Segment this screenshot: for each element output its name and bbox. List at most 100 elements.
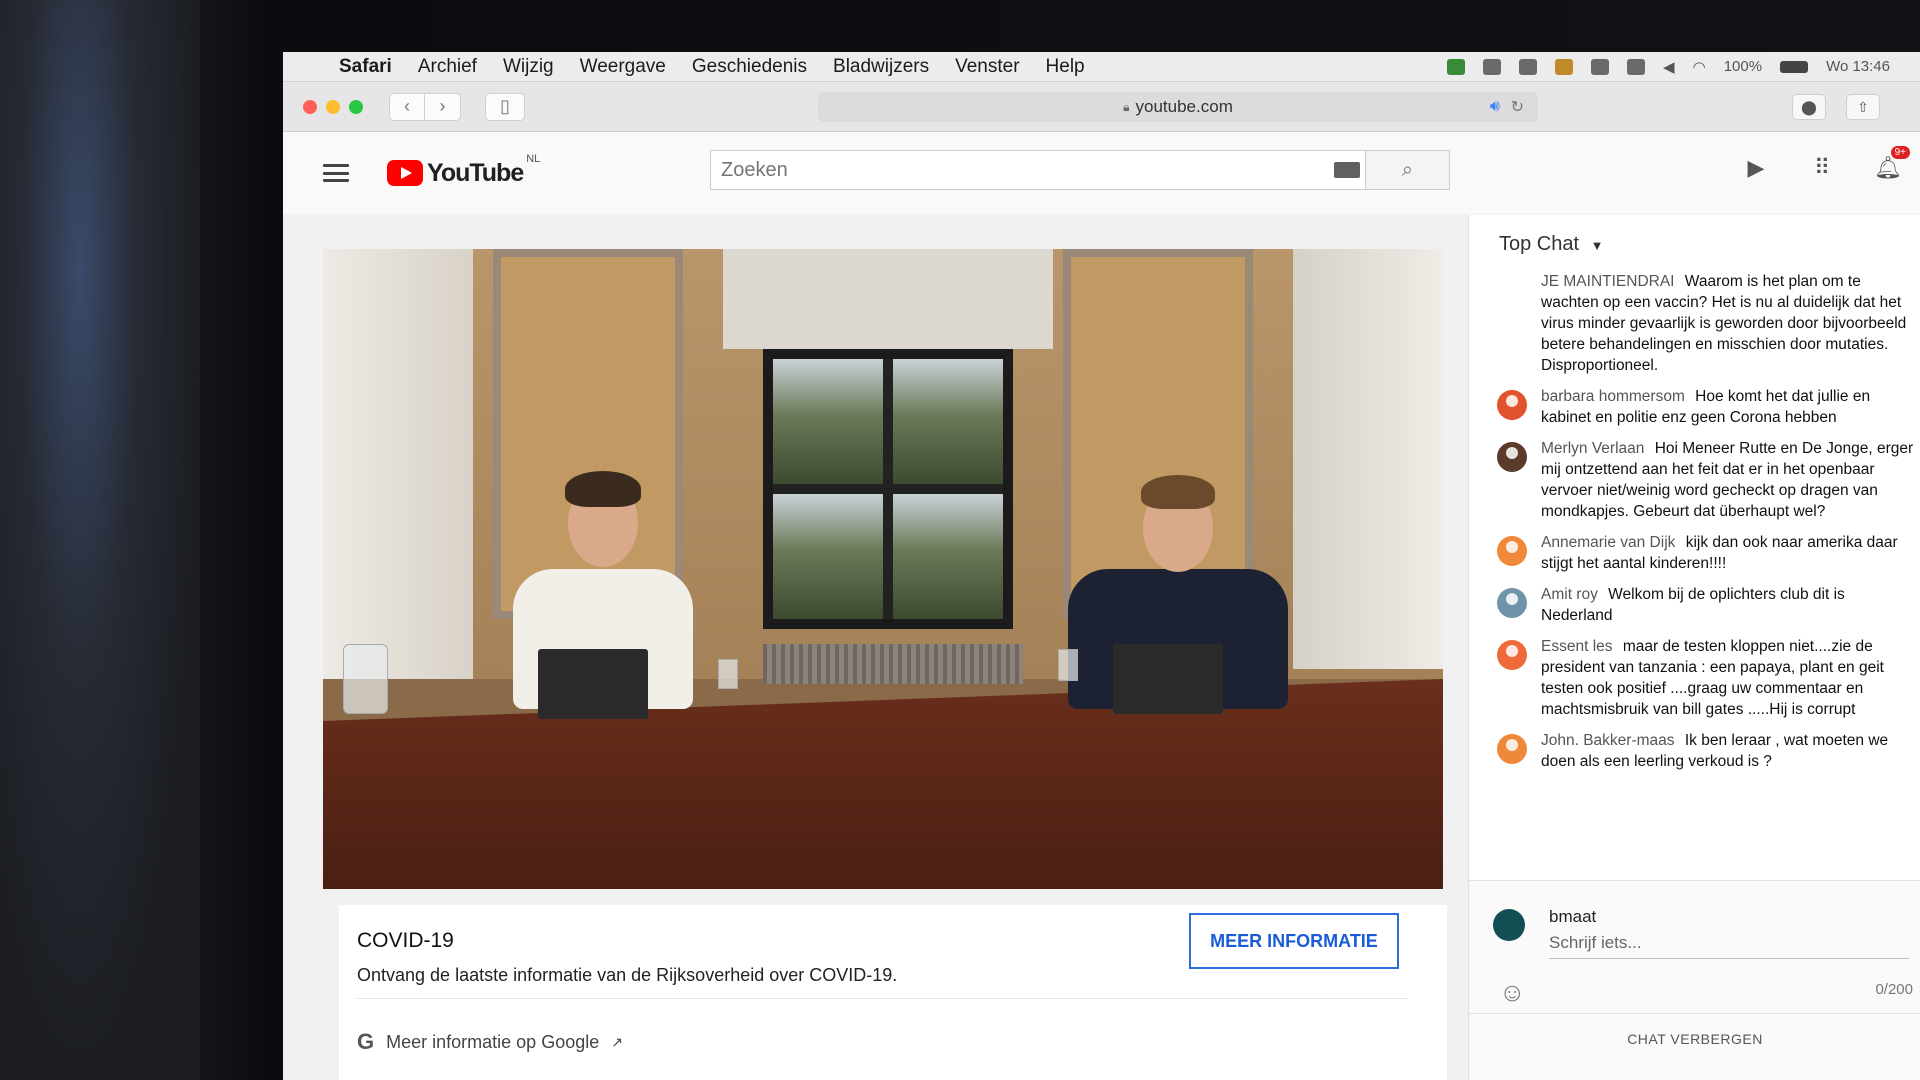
search-bar: ⌕	[710, 150, 1450, 190]
address-url: youtube.com	[1135, 97, 1233, 116]
current-user-name: bmaat	[1549, 907, 1597, 926]
video-curtain-right	[1293, 249, 1443, 669]
menu-venster[interactable]: Venster	[955, 56, 1019, 78]
reload-icon[interactable]: ↻	[1511, 97, 1524, 117]
search-button[interactable]: ⌕	[1366, 150, 1450, 190]
extension-icon[interactable]: ⬤	[1792, 94, 1826, 120]
avatar[interactable]	[1497, 275, 1527, 305]
video-glass-right	[1058, 649, 1078, 681]
menu-app-name[interactable]: Safari	[339, 56, 392, 78]
menu-weergave[interactable]: Weergave	[580, 56, 666, 78]
chat-mode-dropdown[interactable]: Top Chat ▼	[1499, 233, 1604, 256]
chat-author[interactable]: Annemarie van Dijk	[1541, 534, 1675, 551]
hide-chat-button[interactable]: CHAT VERBERGEN	[1469, 1031, 1920, 1047]
current-user-avatar	[1493, 909, 1525, 941]
avatar[interactable]	[1497, 640, 1527, 670]
menu-help[interactable]: Help	[1046, 56, 1085, 78]
video-wall-panel-left	[493, 249, 683, 619]
avatar[interactable]	[1497, 588, 1527, 618]
more-info-button[interactable]: MEER INFORMATIE	[1189, 913, 1399, 969]
wifi-icon[interactable]: ◠	[1693, 58, 1706, 76]
header-actions: ▶︎ ⠿ 🔔︎ 9+	[1744, 146, 1910, 180]
chat-author[interactable]: Merlyn Verlaan	[1541, 440, 1644, 457]
chat-message: Annemarie van Dijk kijk dan ook naar ame…	[1497, 532, 1917, 574]
avatar[interactable]	[1497, 536, 1527, 566]
chat-author[interactable]: Essent les	[1541, 638, 1613, 655]
chat-author[interactable]: Amit roy	[1541, 586, 1598, 603]
video-radiator	[763, 644, 1023, 684]
settings-tray-icon[interactable]	[1591, 58, 1610, 75]
video-player[interactable]	[323, 249, 1443, 889]
emoji-icon[interactable]: ☺	[1499, 977, 1526, 1008]
avatar[interactable]	[1497, 390, 1527, 420]
search-input[interactable]	[710, 150, 1366, 190]
avatar[interactable]	[1497, 734, 1527, 764]
chat-input-area: bmaat Schrijf iets... ☺ 0/200 CHAT VERBE…	[1469, 880, 1920, 1080]
youtube-logo[interactable]: YouTube NL	[387, 153, 540, 188]
menu-bladwijzers[interactable]: Bladwijzers	[833, 56, 929, 78]
cloud-icon[interactable]	[1519, 58, 1538, 75]
chat-messages: JE MAINTIENDRAI Waarom is het plan om te…	[1497, 271, 1917, 782]
hamburger-menu-icon[interactable]	[323, 164, 349, 182]
battery-icon[interactable]	[1780, 60, 1809, 73]
video-glass-left	[718, 659, 738, 689]
main-content: COVID-19 Ontvang de laatste informatie v…	[283, 215, 1920, 1080]
youtube-header: YouTube NL ⌕ ▶︎ ⠿ 🔔︎ 9+	[283, 132, 1920, 214]
close-window-button[interactable]	[303, 99, 317, 114]
clock[interactable]: Wo 13:46	[1826, 58, 1890, 75]
lock-icon: 🔒︎	[1123, 99, 1130, 114]
chat-message: JE MAINTIENDRAI Waarom is het plan om te…	[1497, 271, 1917, 376]
external-link-icon: ↗	[611, 1033, 623, 1050]
notifications-bell-icon[interactable]: 🔔︎ 9+	[1874, 146, 1910, 180]
chat-author[interactable]: JE MAINTIENDRAI	[1541, 273, 1674, 290]
mac-menubar: Safari Archief Wijzig Weergave Geschiede…	[283, 52, 1920, 82]
youtube-play-icon	[387, 160, 423, 186]
info-panel: COVID-19 Ontvang de laatste informatie v…	[339, 905, 1447, 1080]
window-controls	[303, 99, 363, 114]
video-window	[763, 349, 1013, 629]
divider	[1469, 1013, 1920, 1014]
video-tablet-right	[1113, 644, 1223, 714]
volume-icon[interactable]: ◀	[1663, 58, 1675, 76]
divider	[357, 998, 1407, 999]
background-blur	[0, 0, 200, 1080]
keyboard-icon[interactable]	[1334, 162, 1360, 178]
avatar[interactable]	[1497, 442, 1527, 472]
menu-geschiedenis[interactable]: Geschiedenis	[692, 56, 807, 78]
menu-archief[interactable]: Archief	[418, 56, 477, 78]
apps-grid-icon[interactable]: ⠿	[1810, 155, 1834, 180]
youtube-logo-text: YouTube	[427, 158, 524, 187]
chat-message-input[interactable]: Schrijf iets...	[1549, 933, 1909, 959]
video-curtain-left	[323, 249, 473, 679]
tray-app-icon[interactable]	[1447, 58, 1466, 75]
back-button[interactable]: ‹	[389, 92, 425, 121]
sidebar-toggle-button[interactable]: ▯	[485, 92, 525, 121]
battery-percent: 100%	[1723, 58, 1763, 75]
dropbox-icon[interactable]	[1483, 58, 1502, 75]
minimize-window-button[interactable]	[326, 99, 340, 114]
chat-message: Merlyn Verlaan Hoi Meneer Rutte en De Jo…	[1497, 438, 1917, 522]
video-blind	[723, 249, 1053, 349]
chat-author[interactable]: barbara hommersom	[1541, 388, 1685, 405]
chat-message: Amit roy Welkom bij de oplichters club d…	[1497, 584, 1917, 626]
chat-message: barbara hommersom Hoe komt het dat julli…	[1497, 386, 1917, 428]
create-video-icon[interactable]: ▶︎	[1744, 155, 1768, 180]
menubar-tray: ◀ ◠ 100% Wo 13:46	[1447, 58, 1920, 76]
vlc-icon[interactable]	[1555, 58, 1574, 75]
google-info-link[interactable]: G Meer informatie op Google ↗	[357, 1029, 623, 1055]
zoom-window-button[interactable]	[349, 99, 363, 114]
google-icon: G	[357, 1029, 375, 1054]
video-water-jug	[343, 644, 388, 714]
chat-author[interactable]: John. Bakker-maas	[1541, 732, 1675, 749]
share-icon[interactable]: ⇧	[1846, 94, 1880, 120]
chat-message: John. Bakker-maas Ik ben leraar , wat mo…	[1497, 730, 1917, 772]
speaker-icon[interactable]: 🔊︎	[1490, 98, 1500, 116]
history-nav: ‹ ›	[389, 92, 461, 121]
chat-mode-label: Top Chat	[1499, 233, 1580, 255]
address-bar[interactable]: 🔒︎ youtube.com 🔊︎ ↻	[818, 92, 1538, 122]
info-title: COVID-19	[357, 929, 454, 952]
forward-button[interactable]: ›	[425, 92, 461, 121]
menu-wijzig[interactable]: Wijzig	[503, 56, 554, 78]
creative-cloud-icon[interactable]	[1627, 58, 1646, 75]
info-description: Ontvang de laatste informatie van de Rij…	[357, 965, 898, 985]
